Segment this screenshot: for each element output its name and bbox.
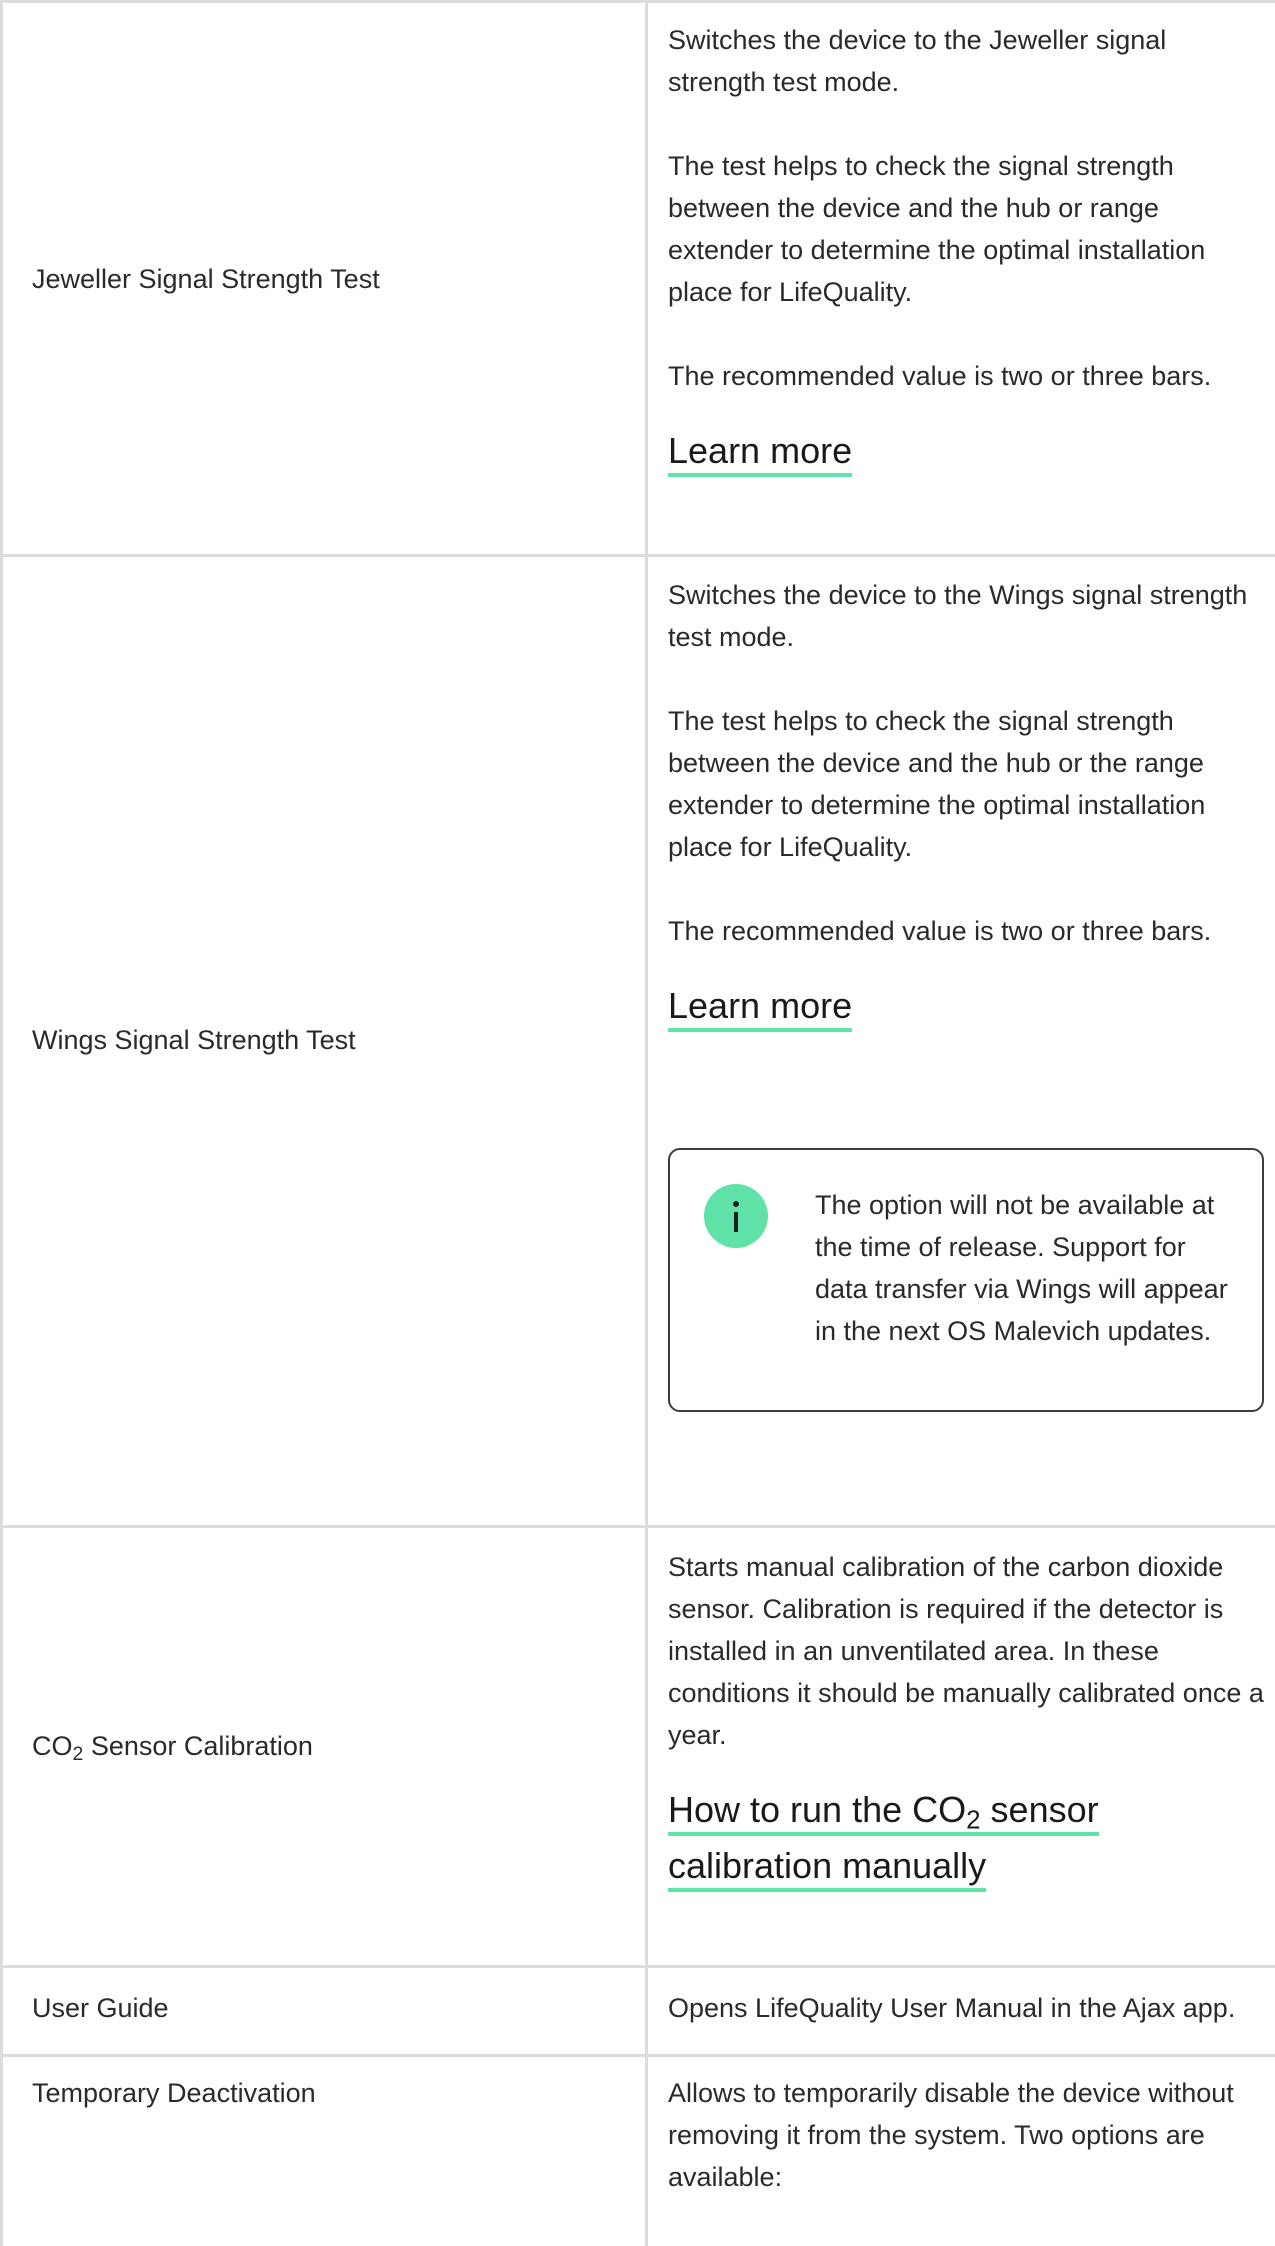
column-divider — [0, 0, 3, 2246]
paragraph: The recommended value is two or three ba… — [668, 361, 1212, 391]
column-divider — [645, 0, 648, 2246]
label-text: CO — [32, 1731, 73, 1761]
row-divider — [0, 2054, 1275, 2057]
link-text: How to run the CO — [668, 1789, 967, 1830]
co2-calibration-link[interactable]: How to run the CO2 sensor — [668, 1789, 1099, 1836]
row-label-jeweller-test: Jeweller Signal Strength Test — [32, 264, 380, 294]
learn-more-link[interactable]: Learn more — [668, 430, 853, 477]
info-note: The option will not be available at the … — [668, 1148, 1264, 1412]
row-divider — [0, 1525, 1275, 1528]
paragraph: The test helps to check the signal stren… — [668, 706, 1206, 862]
row-description-user-guide: Opens LifeQuality User Manual in the Aja… — [668, 1987, 1268, 2029]
paragraph: Starts manual calibration of the carbon … — [668, 1552, 1264, 1750]
row-divider — [0, 1965, 1275, 1968]
label-text: Sensor Calibration — [83, 1731, 313, 1761]
paragraph: Opens LifeQuality User Manual in the Aja… — [668, 1993, 1236, 2023]
row-label-co2-calibration: CO2 Sensor Calibration — [32, 1725, 313, 1767]
paragraph: Switches the device to the Wings signal … — [668, 580, 1248, 652]
paragraph: Switches the device to the Jeweller sign… — [668, 25, 1167, 97]
paragraph: The recommended value is two or three ba… — [668, 916, 1212, 946]
row-description-wings-test: Switches the device to the Wings signal … — [668, 574, 1268, 1034]
paragraph: Allows to temporarily disable the device… — [668, 2078, 1234, 2192]
row-divider — [0, 554, 1275, 557]
paragraph: The test helps to check the signal stren… — [668, 151, 1206, 307]
subscript: 2 — [966, 1806, 981, 1835]
link-text: sensor — [980, 1789, 1099, 1830]
note-text: The option will not be available at the … — [815, 1190, 1228, 1346]
row-label-wings-test: Wings Signal Strength Test — [32, 1025, 356, 1055]
row-description-jeweller-test: Switches the device to the Jeweller sign… — [668, 19, 1268, 479]
settings-table: Jeweller Signal Strength Test Switches t… — [0, 0, 1275, 2246]
info-icon — [704, 1184, 768, 1248]
row-description-co2-calibration: Starts manual calibration of the carbon … — [668, 1546, 1268, 1894]
subscript: 2 — [72, 1742, 84, 1765]
row-label-user-guide: User Guide — [32, 1993, 169, 2023]
co2-calibration-link-line2[interactable]: calibration manually — [668, 1845, 987, 1892]
row-divider — [0, 0, 1275, 3]
learn-more-link[interactable]: Learn more — [668, 985, 853, 1032]
row-label-temporary-deactivation: Temporary Deactivation — [32, 2078, 316, 2108]
row-description-temporary-deactivation: Allows to temporarily disable the device… — [668, 2072, 1268, 2198]
